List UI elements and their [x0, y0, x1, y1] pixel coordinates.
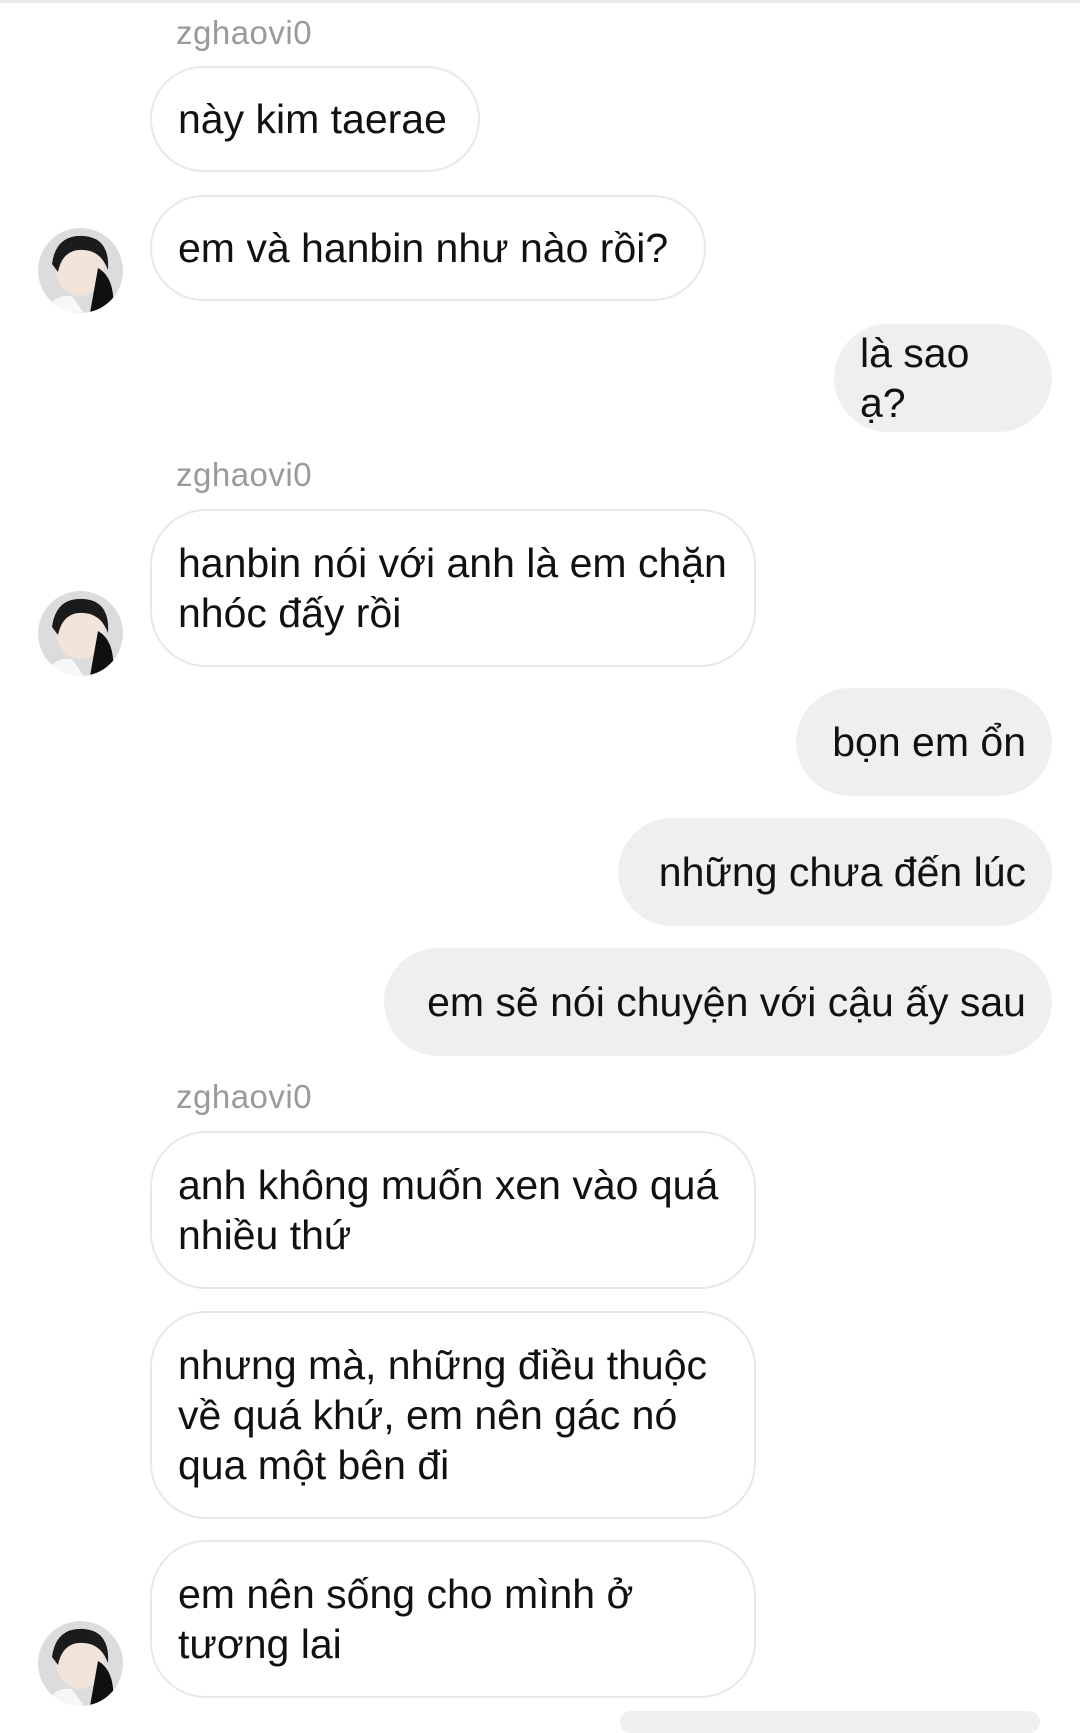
sender-name: zghaovi0 [176, 456, 313, 493]
message-text: em nên sống cho mình ở tương lai [178, 1571, 634, 1667]
message-bubble-outgoing[interactable]: những chưa đến lúc [618, 818, 1052, 926]
message-text: này kim taerae [178, 96, 447, 142]
message-bubble-incoming[interactable]: này kim taerae [150, 66, 480, 172]
sender-name: zghaovi0 [176, 14, 313, 51]
message-bubble-outgoing[interactable]: là sao ạ? [834, 324, 1052, 432]
top-divider [0, 0, 1080, 3]
message-bubble-outgoing[interactable]: em sẽ nói chuyện với cậu ấy sau [384, 948, 1052, 1056]
message-text: nhưng mà, những điều thuộc về quá khứ, e… [178, 1342, 708, 1488]
message-bubble-incoming[interactable]: nhưng mà, những điều thuộc về quá khứ, e… [150, 1311, 756, 1519]
sender-name: zghaovi0 [176, 1078, 313, 1115]
message-bubble-incoming[interactable]: em nên sống cho mình ở tương lai [150, 1540, 756, 1698]
avatar-photo-icon [38, 591, 123, 676]
message-bubble-outgoing[interactable]: bọn em ổn [796, 688, 1052, 796]
message-text: em và hanbin như nào rồi? [178, 225, 669, 271]
message-bubble-incoming[interactable]: em và hanbin như nào rồi? [150, 195, 706, 301]
message-text: anh không muốn xen vào quá nhiều thứ [178, 1162, 719, 1258]
message-text: hanbin nói với anh là em chặn nhóc đấy r… [178, 540, 727, 636]
message-text: em sẽ nói chuyện với cậu ấy sau [427, 979, 1026, 1025]
message-text: bọn em ổn [832, 719, 1026, 765]
avatar[interactable] [38, 591, 123, 676]
message-bubble-incoming[interactable]: anh không muốn xen vào quá nhiều thứ [150, 1131, 756, 1289]
message-bubble-outgoing-partial [620, 1711, 1040, 1733]
message-text: là sao ạ? [860, 330, 970, 426]
message-bubble-incoming[interactable]: hanbin nói với anh là em chặn nhóc đấy r… [150, 509, 756, 667]
avatar-photo-icon [38, 1621, 123, 1706]
avatar[interactable] [38, 1621, 123, 1706]
avatar[interactable] [38, 228, 123, 313]
message-text: những chưa đến lúc [658, 849, 1026, 895]
avatar-photo-icon [38, 228, 123, 313]
